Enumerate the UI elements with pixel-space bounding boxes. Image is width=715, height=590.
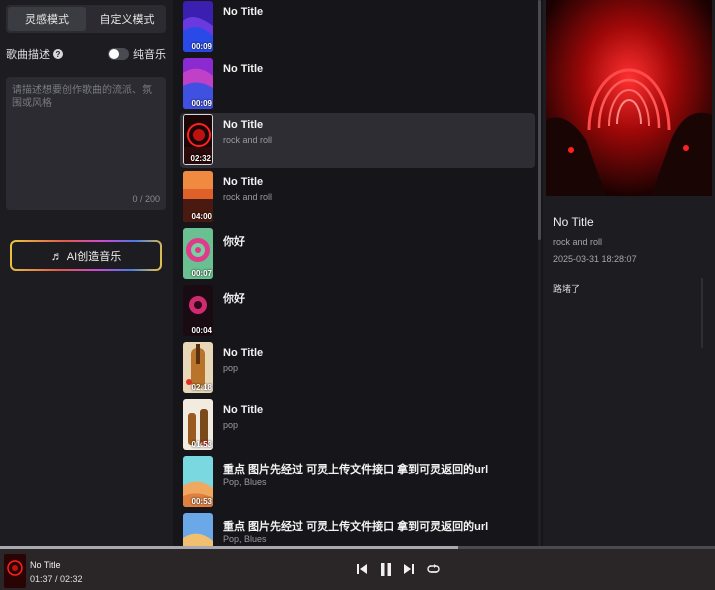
instrumental-toggle[interactable] bbox=[108, 48, 129, 60]
char-counter: 0 / 200 bbox=[132, 194, 160, 204]
song-title: 重点 图片先经过 可灵上传文件接口 拿到可灵返回的url bbox=[223, 521, 489, 533]
song-duration: 00:07 bbox=[191, 269, 212, 278]
song-duration: 00:04 bbox=[191, 326, 212, 335]
song-title: 重点 图片先经过 可灵上传文件接口 拿到可灵返回的url bbox=[223, 464, 489, 476]
player-bar: No Title 01:37 / 02:32 bbox=[0, 546, 715, 590]
song-item[interactable]: 01:53 No Title pop bbox=[180, 398, 535, 453]
song-description-input[interactable]: 请描述想要创作歌曲的流派、氛围或风格 0 / 200 bbox=[6, 77, 166, 210]
song-title: No Title bbox=[223, 347, 264, 359]
description-placeholder: 请描述想要创作歌曲的流派、氛围或风格 bbox=[12, 85, 152, 109]
music-note-icon: ♬ bbox=[50, 248, 63, 263]
song-tags: rock and roll bbox=[223, 135, 273, 145]
song-item[interactable]: 04:00 No Title rock and roll bbox=[180, 170, 535, 225]
lyrics-scrollbar[interactable] bbox=[701, 278, 703, 348]
song-cover: 02:18 bbox=[183, 342, 213, 393]
loop-icon[interactable] bbox=[425, 561, 441, 577]
song-cover: 01:53 bbox=[183, 399, 213, 450]
instrumental-label: 纯音乐 bbox=[133, 49, 166, 61]
ai-create-label: AI创造音乐 bbox=[66, 250, 122, 263]
song-duration: 00:09 bbox=[191, 42, 212, 51]
song-cover bbox=[183, 513, 213, 546]
song-cover: 02:32 bbox=[183, 114, 213, 165]
help-icon[interactable]: ? bbox=[53, 49, 63, 59]
song-title: No Title bbox=[223, 119, 264, 131]
song-item[interactable]: 00:04 你好 bbox=[180, 284, 535, 339]
description-label: 歌曲描述 bbox=[6, 49, 50, 61]
song-cover: 00:09 bbox=[183, 1, 213, 52]
song-cover: 04:00 bbox=[183, 171, 213, 222]
next-icon[interactable] bbox=[401, 561, 417, 577]
progress-fill bbox=[0, 546, 458, 549]
song-duration: 02:32 bbox=[190, 154, 211, 163]
song-duration: 00:53 bbox=[191, 497, 212, 506]
song-tags: pop bbox=[223, 420, 239, 430]
song-item[interactable]: 00:07 你好 bbox=[180, 227, 535, 282]
song-item[interactable]: 02:18 No Title pop bbox=[180, 341, 535, 396]
song-tags: pop bbox=[223, 363, 239, 373]
song-item[interactable]: 00:09 No Title bbox=[180, 0, 535, 55]
song-title: 你好 bbox=[223, 236, 245, 248]
player-cover bbox=[4, 554, 26, 588]
song-tags: rock and roll bbox=[223, 192, 273, 202]
create-panel: 灵感模式 自定义模式 歌曲描述 ? 纯音乐 请描述想要创作歌曲的流派、氛围或风格… bbox=[0, 0, 173, 546]
song-cover: 00:09 bbox=[183, 58, 213, 109]
ai-create-music-button[interactable]: ♬ AI创造音乐 bbox=[10, 240, 162, 271]
detail-lyrics: 路堵了 bbox=[553, 284, 581, 294]
detail-cover-image bbox=[546, 0, 712, 196]
song-item-active[interactable]: 02:32 No Title rock and roll bbox=[180, 113, 535, 168]
song-title: No Title bbox=[223, 176, 264, 188]
tab-inspiration-mode[interactable]: 灵感模式 bbox=[8, 7, 86, 31]
player-title: No Title bbox=[30, 560, 61, 570]
song-cover: 00:04 bbox=[183, 285, 213, 336]
song-tags: Pop, Blues bbox=[223, 534, 267, 544]
previous-icon[interactable] bbox=[354, 561, 370, 577]
song-duration: 00:09 bbox=[191, 99, 212, 108]
song-list: 00:09 No Title 00:09 No Title 02:32 No T… bbox=[180, 0, 537, 546]
song-title: No Title bbox=[223, 6, 264, 18]
list-scrollbar-thumb[interactable] bbox=[538, 0, 541, 240]
description-row: 歌曲描述 ? 纯音乐 bbox=[6, 46, 166, 62]
detail-title: No Title bbox=[553, 215, 594, 229]
song-tags: Pop, Blues bbox=[223, 477, 267, 487]
toggle-knob bbox=[109, 49, 119, 59]
song-item[interactable]: 重点 图片先经过 可灵上传文件接口 拿到可灵返回的url Pop, Blues bbox=[180, 512, 535, 546]
song-title: No Title bbox=[223, 63, 264, 75]
detail-genre: rock and roll bbox=[553, 237, 603, 247]
tab-custom-mode[interactable]: 自定义模式 bbox=[88, 5, 166, 33]
song-duration: 02:18 bbox=[191, 383, 212, 392]
song-duration: 01:53 bbox=[191, 440, 212, 449]
song-cover: 00:07 bbox=[183, 228, 213, 279]
pause-icon[interactable] bbox=[378, 561, 394, 577]
song-title: No Title bbox=[223, 404, 264, 416]
mode-tabs: 灵感模式 自定义模式 bbox=[6, 5, 166, 33]
song-cover: 00:53 bbox=[183, 456, 213, 507]
song-title: 你好 bbox=[223, 293, 245, 305]
song-item[interactable]: 00:53 重点 图片先经过 可灵上传文件接口 拿到可灵返回的url Pop, … bbox=[180, 455, 535, 510]
song-duration: 04:00 bbox=[191, 212, 212, 221]
player-time: 01:37 / 02:32 bbox=[30, 574, 83, 584]
song-detail-panel: No Title rock and roll 2025-03-31 18:28:… bbox=[543, 0, 715, 546]
song-item[interactable]: 00:09 No Title bbox=[180, 57, 535, 112]
playback-progress[interactable] bbox=[0, 546, 715, 549]
detail-date: 2025-03-31 18:28:07 bbox=[553, 254, 637, 264]
